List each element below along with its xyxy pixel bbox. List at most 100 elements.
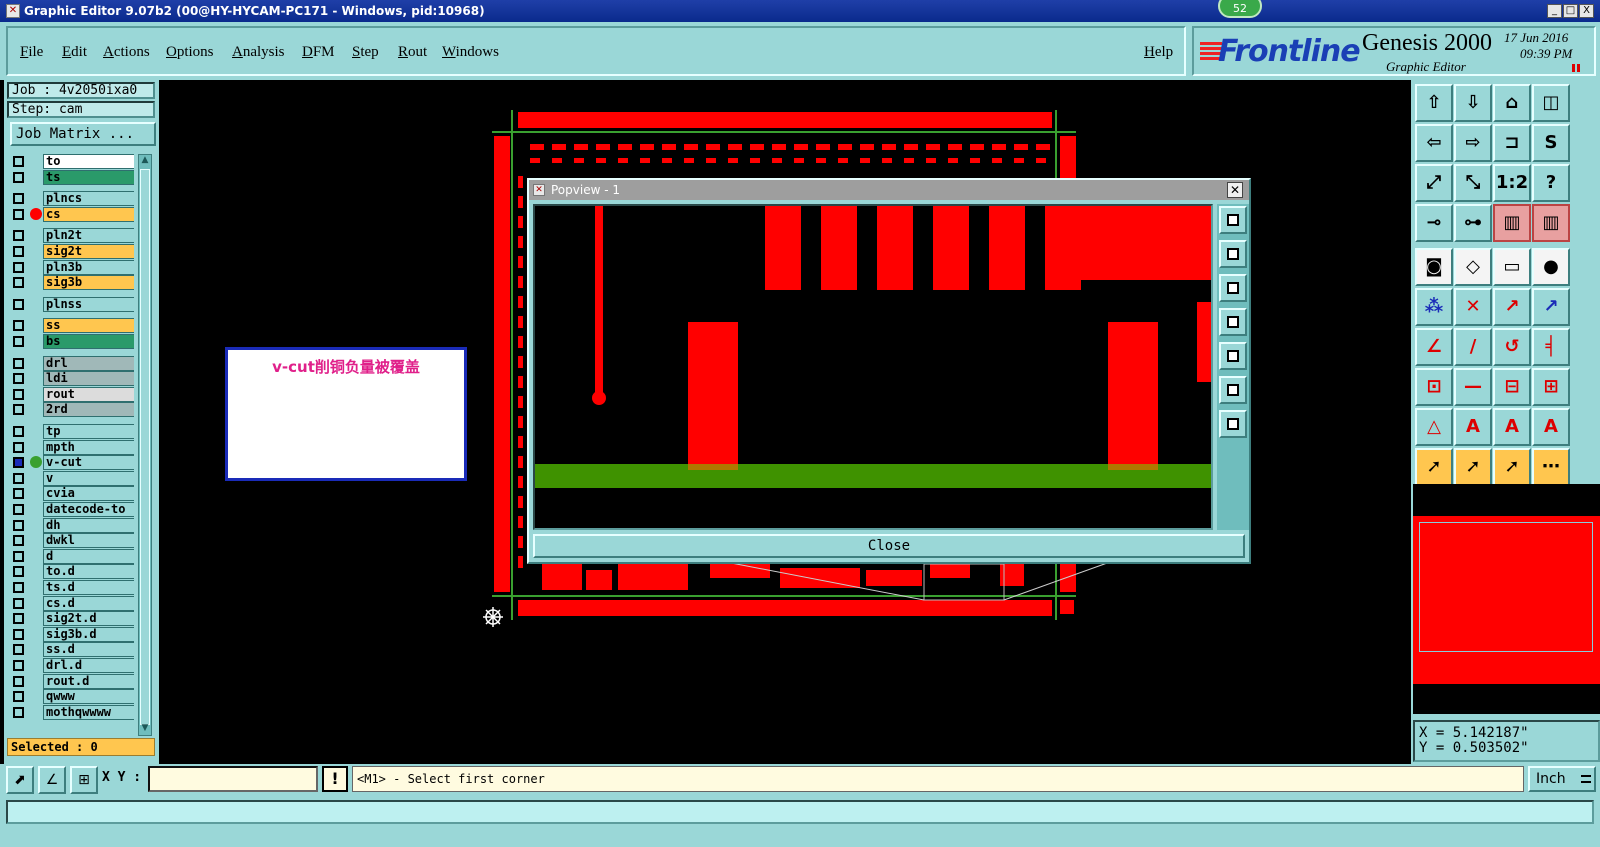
- zoom-fit-button[interactable]: ⤢: [1415, 164, 1453, 202]
- layer-row[interactable]: sig2t: [10, 244, 134, 259]
- zoom-redraw-button[interactable]: S: [1532, 124, 1570, 162]
- popview-zoom-window-button[interactable]: [1219, 206, 1247, 234]
- layer-row[interactable]: tp: [10, 424, 134, 439]
- layer-name[interactable]: sig2t: [43, 244, 134, 259]
- layer-name[interactable]: plnss: [43, 296, 134, 312]
- layer-name[interactable]: drl: [43, 355, 134, 371]
- popview-zoom-out-button[interactable]: [1219, 376, 1247, 404]
- layer-row[interactable]: ts.d: [10, 580, 134, 595]
- popview-close-icon[interactable]: ✕: [1227, 182, 1243, 198]
- select-feature-button[interactable]: ◙: [1415, 248, 1453, 286]
- minimize-button[interactable]: _: [1547, 4, 1562, 18]
- grid-mode-icon[interactable]: ⊞: [70, 766, 98, 794]
- layer-checkbox[interactable]: [13, 644, 24, 656]
- text-c-button[interactable]: A: [1493, 408, 1531, 446]
- job-matrix-button[interactable]: Job Matrix ...: [10, 122, 156, 146]
- layer-name[interactable]: plncs: [43, 191, 134, 207]
- layer-row[interactable]: ldi: [10, 371, 134, 387]
- layer-row[interactable]: mothqwwww: [10, 704, 134, 720]
- layer-checkbox[interactable]: [13, 566, 24, 578]
- layer-a-button[interactable]: ▥: [1493, 204, 1531, 242]
- layer-row[interactable]: to.d: [10, 564, 134, 580]
- xy-input[interactable]: [148, 766, 318, 792]
- pan-right-button[interactable]: ⇨: [1454, 124, 1492, 162]
- popview-canvas[interactable]: [533, 204, 1213, 530]
- layer-b-button[interactable]: ▥: [1532, 204, 1570, 242]
- home-button[interactable]: ⌂: [1493, 84, 1531, 122]
- align-button[interactable]: ╡: [1532, 328, 1570, 366]
- menu-options[interactable]: Options: [166, 44, 214, 61]
- select-pointer-button[interactable]: ➚: [1415, 448, 1453, 486]
- layer-name[interactable]: ts: [43, 169, 134, 185]
- menu-rout[interactable]: Rout: [398, 44, 427, 61]
- layer-checkbox[interactable]: [13, 171, 24, 183]
- layer-row[interactable]: sig3b.d: [10, 626, 134, 642]
- layer-row[interactable]: rout.d: [10, 673, 134, 689]
- notification-badge[interactable]: 52: [1218, 0, 1262, 18]
- layer-checkbox[interactable]: [13, 373, 24, 385]
- layer-row[interactable]: ss.d: [10, 642, 134, 658]
- text-d-button[interactable]: A: [1532, 408, 1570, 446]
- layer-scrollbar[interactable]: ▲ ▼: [138, 154, 152, 736]
- layer-checkbox[interactable]: [13, 261, 24, 273]
- layer-name[interactable]: to: [43, 154, 134, 169]
- layer-row[interactable]: qwww: [10, 689, 134, 705]
- layer-name[interactable]: qwww: [43, 689, 134, 705]
- layer-checkbox[interactable]: [13, 246, 24, 257]
- copy-button[interactable]: ↗: [1532, 288, 1570, 326]
- layer-name[interactable]: bs: [43, 334, 134, 349]
- layer-name[interactable]: pln3b: [43, 259, 134, 275]
- layer-row[interactable]: rout: [10, 386, 134, 402]
- snap-mode-icon[interactable]: ⬈: [6, 766, 34, 794]
- layer-name[interactable]: v-cut: [43, 455, 134, 471]
- layer-row[interactable]: cs: [10, 206, 134, 222]
- scale-button[interactable]: 1:2: [1493, 164, 1531, 202]
- layer-row[interactable]: cvia: [10, 486, 134, 502]
- scroll-thumb[interactable]: [140, 169, 150, 725]
- layer-row[interactable]: pln2t: [10, 228, 134, 244]
- net-button[interactable]: ⁂: [1415, 288, 1453, 326]
- layer-checkbox[interactable]: [13, 535, 24, 547]
- layer-name[interactable]: dwkl: [43, 533, 134, 549]
- layer-checkbox[interactable]: [13, 706, 24, 718]
- layer-name[interactable]: 2rd: [43, 402, 134, 418]
- layer-name[interactable]: mpth: [43, 439, 134, 455]
- popview-pan-left-button[interactable]: [1219, 308, 1247, 336]
- popview-zoom-in-button[interactable]: [1219, 410, 1247, 438]
- layer-row[interactable]: ss: [10, 318, 134, 334]
- overview-map[interactable]: [1413, 484, 1600, 714]
- layer-checkbox[interactable]: [13, 320, 24, 332]
- close-window-button[interactable]: X: [1579, 4, 1594, 18]
- layer-name[interactable]: sig3b.d: [43, 626, 134, 642]
- layer-row[interactable]: datecode-to: [10, 502, 134, 517]
- layer-name[interactable]: rout.d: [43, 673, 134, 689]
- layer-checkbox[interactable]: [13, 504, 24, 515]
- layer-name[interactable]: sig2t.d: [43, 611, 134, 627]
- layer-row[interactable]: cs.d: [10, 595, 134, 611]
- scroll-down-icon[interactable]: ▼: [139, 723, 151, 735]
- layer-row[interactable]: dwkl: [10, 533, 134, 549]
- warning-icon[interactable]: !: [322, 766, 348, 792]
- layer-row[interactable]: dh: [10, 517, 134, 533]
- layer-row[interactable]: drl: [10, 355, 134, 371]
- text-b-button[interactable]: A: [1454, 408, 1492, 446]
- ruler-button[interactable]: ▭: [1493, 248, 1531, 286]
- menu-edit[interactable]: Edit: [62, 44, 87, 61]
- layer-checkbox[interactable]: [13, 404, 24, 416]
- layer-checkbox[interactable]: [13, 582, 24, 593]
- select-box-button[interactable]: ➚: [1454, 448, 1492, 486]
- layer-checkbox[interactable]: [13, 550, 24, 562]
- layer-checkbox[interactable]: [13, 691, 24, 703]
- layer-name[interactable]: cvia: [43, 486, 134, 502]
- layer-checkbox[interactable]: [13, 208, 24, 220]
- zoom-back-button[interactable]: ⊐: [1493, 124, 1531, 162]
- layer-checkbox[interactable]: [13, 519, 24, 531]
- scroll-up-icon[interactable]: ▲: [139, 155, 151, 167]
- pad-button[interactable]: ●: [1532, 248, 1570, 286]
- layer-checkbox[interactable]: [13, 628, 24, 640]
- layer-checkbox[interactable]: [13, 336, 24, 347]
- group-button[interactable]: ⊞: [1532, 368, 1570, 406]
- layer-name[interactable]: v: [43, 470, 134, 486]
- layer-checkbox[interactable]: [13, 613, 24, 625]
- layer-checkbox[interactable]: [13, 357, 24, 369]
